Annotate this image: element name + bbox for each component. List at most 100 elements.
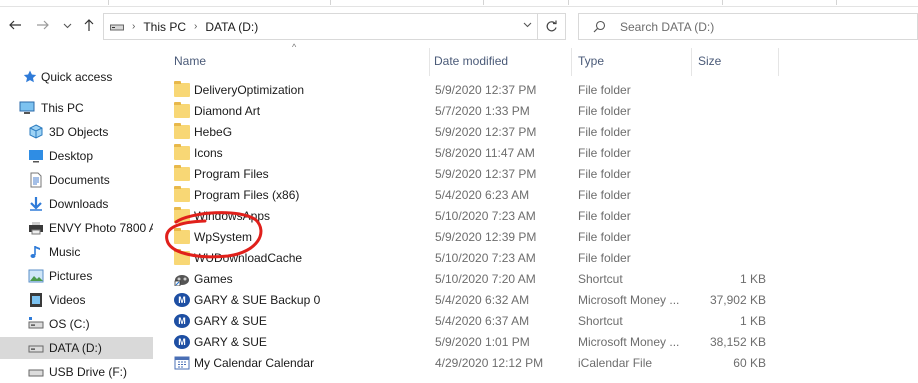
file-type: File folder [578,209,631,223]
file-row[interactable]: M GARY & SUE Backup 0 5/4/2020 6:32 AM M… [168,290,778,311]
folder-icon [174,186,190,202]
file-size: 38,152 KB [709,335,766,349]
sidebar-item-downloads[interactable]: Downloads [0,193,153,215]
file-type: File folder [578,146,631,160]
sidebar-item-label: Music [49,245,81,259]
ribbon-divider [108,0,109,5]
file-type: File folder [578,188,631,202]
column-header-name[interactable]: Name [168,48,429,76]
column-header-date[interactable]: Date modified [430,48,571,76]
folder-icon [174,81,190,97]
file-size: 1 KB [739,272,766,286]
picture-icon [28,269,44,283]
sidebar-item-label: OS (C:) [49,317,90,331]
file-row[interactable]: HebeG 5/9/2020 12:37 PM File folder [168,122,778,143]
file-name: GARY & SUE [194,314,267,328]
drive-icon [28,345,44,353]
file-type: Microsoft Money ... [578,335,680,349]
file-date: 5/10/2020 7:20 AM [435,272,536,286]
folder-icon [174,165,190,181]
sidebar-item-this-pc[interactable]: This PC [0,97,153,119]
sidebar-item-label: Quick access [41,70,113,84]
file-date: 4/29/2020 12:12 PM [435,356,544,370]
money-icon: M [174,314,190,328]
up-arrow-icon [84,19,94,31]
sidebar-item-videos[interactable]: Videos [0,289,153,311]
chevron-down-icon [523,22,532,28]
file-date: 5/8/2020 11:47 AM [435,146,535,160]
sidebar-item-usb-drive[interactable]: USB Drive (F:) [0,361,153,383]
sidebar-item-3d-objects[interactable]: 3D Objects [0,121,153,143]
file-date: 5/4/2020 6:23 AM [435,188,530,202]
file-row[interactable]: Diamond Art 5/7/2020 1:33 PM File folder [168,101,778,122]
sidebar-item-label: DATA (D:) [49,341,102,355]
breadcrumb-this-pc[interactable]: This PC [143,20,186,34]
file-date: 5/9/2020 12:37 PM [435,167,537,181]
file-name: Icons [194,146,223,160]
address-history-button[interactable] [523,20,532,32]
back-button[interactable] [6,18,24,36]
file-name: Diamond Art [194,104,261,118]
address-bar[interactable]: › This PC › DATA (D:) [103,13,566,40]
file-row[interactable]: Games 5/10/2020 7:20 AM Shortcut 1 KB [168,269,778,290]
file-row[interactable]: Icons 5/8/2020 11:47 AM File folder [168,143,778,164]
file-row[interactable]: My Calendar Calendar 4/29/2020 12:12 PM … [168,353,778,374]
sidebar-item-os-c[interactable]: OS (C:) [0,313,153,335]
music-icon [30,246,40,258]
file-row[interactable]: Program Files (x86) 5/4/2020 6:23 AM Fil… [168,185,778,206]
folder-icon [174,123,190,139]
breadcrumb-data-drive[interactable]: DATA (D:) [205,20,258,34]
chevron-right-icon: › [194,21,198,32]
column-header-size[interactable]: Size [692,48,778,76]
sidebar-item-label: ENVY Photo 7800 A [49,221,153,235]
file-name: Games [194,272,233,286]
file-type: File folder [578,83,631,97]
file-name: WpSystem [194,230,253,244]
folder-icon [174,102,190,118]
file-type: Shortcut [578,272,623,286]
column-divider[interactable] [778,48,779,76]
refresh-icon [546,20,557,32]
file-row[interactable]: WUDownloadCache 5/10/2020 7:23 AM File f… [168,248,778,269]
sidebar-item-envy-photo[interactable]: ENVY Photo 7800 A [0,217,153,239]
sidebar-item-label: Desktop [49,149,94,163]
file-date: 5/4/2020 6:37 AM [435,314,530,328]
search-icon [593,20,606,33]
file-row[interactable]: Program Files 5/9/2020 12:37 PM File fol… [168,164,778,185]
sidebar-item-pictures[interactable]: Pictures [0,265,153,287]
chevron-down-icon [63,23,71,29]
money-icon: M [174,335,190,349]
video-icon [30,293,42,307]
chevron-right-icon: › [132,21,136,32]
file-row[interactable]: WindowsApps 5/10/2020 7:23 AM File folde… [168,206,778,227]
refresh-button[interactable] [537,14,565,39]
file-name: WindowsApps [194,209,271,223]
file-row[interactable]: DeliveryOptimization 5/9/2020 12:37 PM F… [168,80,778,101]
recent-locations-button[interactable] [58,18,76,36]
file-name: Program Files [194,167,269,181]
sidebar-item-quick-access[interactable]: Quick access [0,66,153,88]
sidebar-item-desktop[interactable]: Desktop [0,145,153,167]
file-row[interactable]: M GARY & SUE 5/4/2020 6:37 AM Shortcut 1… [168,311,778,332]
file-date: 5/10/2020 7:23 AM [435,209,536,223]
column-header-type[interactable]: Type [572,48,691,76]
file-date: 5/9/2020 12:39 PM [435,230,537,244]
sidebar-item-music[interactable]: Music [0,241,153,263]
up-button[interactable] [80,18,98,36]
file-type: File folder [578,125,631,139]
ribbon-divider [330,0,331,5]
forward-button[interactable] [34,18,52,36]
file-date: 5/9/2020 12:37 PM [435,83,537,97]
folder-icon [174,207,190,223]
sidebar-item-documents[interactable]: Documents [0,169,153,191]
calendar-icon [174,356,190,370]
file-size: 1 KB [739,314,766,328]
file-row[interactable]: WpSystem 5/9/2020 12:39 PM File folder [168,227,778,248]
search-box[interactable]: Search DATA (D:) [578,13,918,40]
search-placeholder: Search DATA (D:) [620,19,715,34]
drive-icon [28,317,44,329]
ribbon-divider [483,0,484,5]
file-row[interactable]: M GARY & SUE 5/9/2020 1:01 PM Microsoft … [168,332,778,353]
folder-icon [174,144,190,160]
sidebar-item-data-d[interactable]: DATA (D:) [0,337,153,359]
